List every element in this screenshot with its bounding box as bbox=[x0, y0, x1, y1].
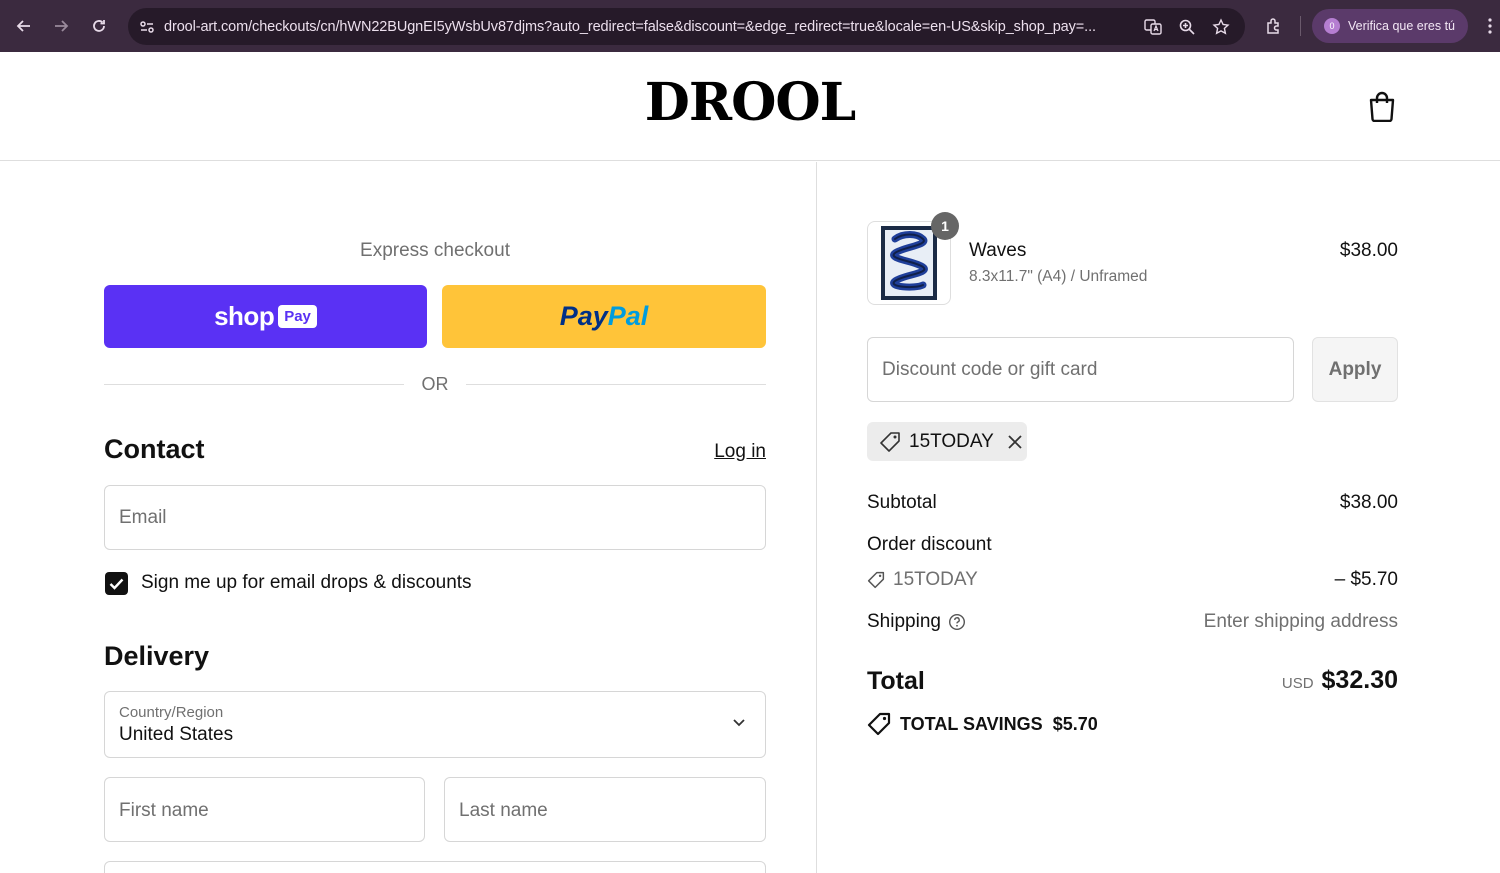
shopping-bag-icon[interactable] bbox=[1367, 90, 1397, 123]
product-price: $38.00 bbox=[1339, 240, 1398, 261]
address-bar[interactable]: drool-art.com/checkouts/cn/hWN22BUgnEI5y… bbox=[128, 8, 1245, 45]
or-divider: OR bbox=[104, 372, 766, 396]
profile-label: Verifica que eres tú bbox=[1348, 19, 1456, 33]
total-savings-value: $5.70 bbox=[1052, 713, 1098, 734]
bookmark-star-icon[interactable] bbox=[1207, 13, 1235, 41]
site-header: DROOL bbox=[0, 52, 1500, 161]
extensions-puzzle-icon[interactable] bbox=[1258, 10, 1290, 42]
total-label: Total bbox=[867, 667, 925, 695]
profile-avatar: 0 bbox=[1324, 18, 1340, 34]
total-amount: $32.30 bbox=[1321, 666, 1398, 694]
column-divider bbox=[816, 162, 817, 873]
reload-icon[interactable] bbox=[81, 8, 117, 44]
first-name-placeholder: First name bbox=[119, 800, 209, 821]
toolbar-separator bbox=[1300, 16, 1301, 36]
discount-code-placeholder: Discount code or gift card bbox=[882, 359, 1098, 380]
browser-toolbar: drool-art.com/checkouts/cn/hWN22BUgnEI5y… bbox=[0, 0, 1500, 52]
profile-button[interactable]: 0 Verifica que eres tú bbox=[1312, 9, 1468, 43]
tag-icon bbox=[867, 571, 885, 589]
quantity-badge: 1 bbox=[931, 212, 959, 240]
shipping-label: Shipping bbox=[867, 611, 941, 632]
newsletter-checkbox[interactable] bbox=[105, 572, 128, 595]
paypal-wordmark-pal: Pal bbox=[607, 301, 649, 331]
applied-discount-code: 15TODAY bbox=[909, 430, 994, 452]
newsletter-label[interactable]: Sign me up for email drops & discounts bbox=[141, 572, 472, 594]
order-discount-code-row: 15TODAY bbox=[867, 569, 978, 591]
log-in-link[interactable]: Log in bbox=[700, 441, 766, 463]
total-savings-label: TOTAL SAVINGS bbox=[900, 713, 1043, 734]
order-discount-value: – $5.70 bbox=[1334, 569, 1398, 590]
subtotal-value: $38.00 bbox=[1339, 492, 1398, 513]
paypal-button[interactable]: Pay Pal bbox=[442, 285, 766, 348]
applied-discount-chip: 15TODAY bbox=[867, 422, 1027, 461]
subtotal-label: Subtotal bbox=[867, 492, 937, 513]
translate-icon[interactable] bbox=[1139, 13, 1167, 41]
delivery-heading: Delivery bbox=[104, 641, 210, 671]
apply-discount-button[interactable]: Apply bbox=[1312, 337, 1398, 402]
shop-pay-button[interactable]: shop Pay bbox=[104, 285, 427, 348]
last-name-field[interactable]: Last name bbox=[444, 777, 766, 842]
total-currency: USD bbox=[1281, 675, 1314, 692]
email-placeholder: Email bbox=[119, 507, 167, 528]
express-checkout-label: Express checkout bbox=[360, 240, 510, 261]
shipping-value: Enter shipping address bbox=[1203, 611, 1398, 632]
tag-icon bbox=[880, 431, 900, 452]
remove-discount-close-icon[interactable] bbox=[1006, 433, 1024, 451]
shop-pay-badge: Pay bbox=[278, 305, 317, 328]
forward-arrow-icon[interactable] bbox=[43, 8, 79, 44]
first-name-field[interactable]: First name bbox=[104, 777, 425, 842]
email-field[interactable]: Email bbox=[104, 485, 766, 550]
store-logo[interactable]: DROOL bbox=[0, 72, 1500, 133]
country-value: United States bbox=[119, 724, 234, 745]
product-name: Waves bbox=[969, 240, 1027, 261]
order-discount-code: 15TODAY bbox=[893, 569, 978, 590]
last-name-placeholder: Last name bbox=[459, 800, 548, 821]
address-field[interactable] bbox=[104, 861, 766, 873]
discount-code-field[interactable]: Discount code or gift card bbox=[867, 337, 1294, 402]
url-text[interactable]: drool-art.com/checkouts/cn/hWN22BUgnEI5y… bbox=[164, 19, 1132, 35]
shop-pay-wordmark: shop bbox=[214, 301, 275, 331]
total-savings: TOTAL SAVINGS $5.70 bbox=[867, 712, 1098, 736]
country-select[interactable]: Country/Region United States bbox=[104, 691, 766, 758]
back-arrow-icon[interactable] bbox=[6, 8, 42, 44]
zoom-icon[interactable] bbox=[1173, 13, 1201, 41]
paypal-wordmark-pay: Pay bbox=[559, 301, 608, 331]
waves-artwork-image bbox=[881, 226, 937, 300]
checkmark-icon bbox=[109, 578, 124, 590]
kebab-menu-icon[interactable] bbox=[1480, 10, 1500, 42]
help-circle-icon[interactable] bbox=[948, 613, 966, 631]
shipping-row: Shipping bbox=[867, 611, 966, 633]
total-value: USD $32.30 bbox=[1150, 666, 1398, 695]
country-label: Country/Region bbox=[119, 704, 224, 721]
site-settings-icon[interactable] bbox=[130, 10, 164, 44]
contact-heading: Contact bbox=[104, 434, 205, 464]
order-discount-label: Order discount bbox=[867, 534, 992, 555]
product-variant: 8.3x11.7" (A4) / Unframed bbox=[969, 268, 1148, 285]
chevron-down-icon bbox=[733, 719, 745, 727]
savings-tag-icon bbox=[867, 712, 891, 736]
